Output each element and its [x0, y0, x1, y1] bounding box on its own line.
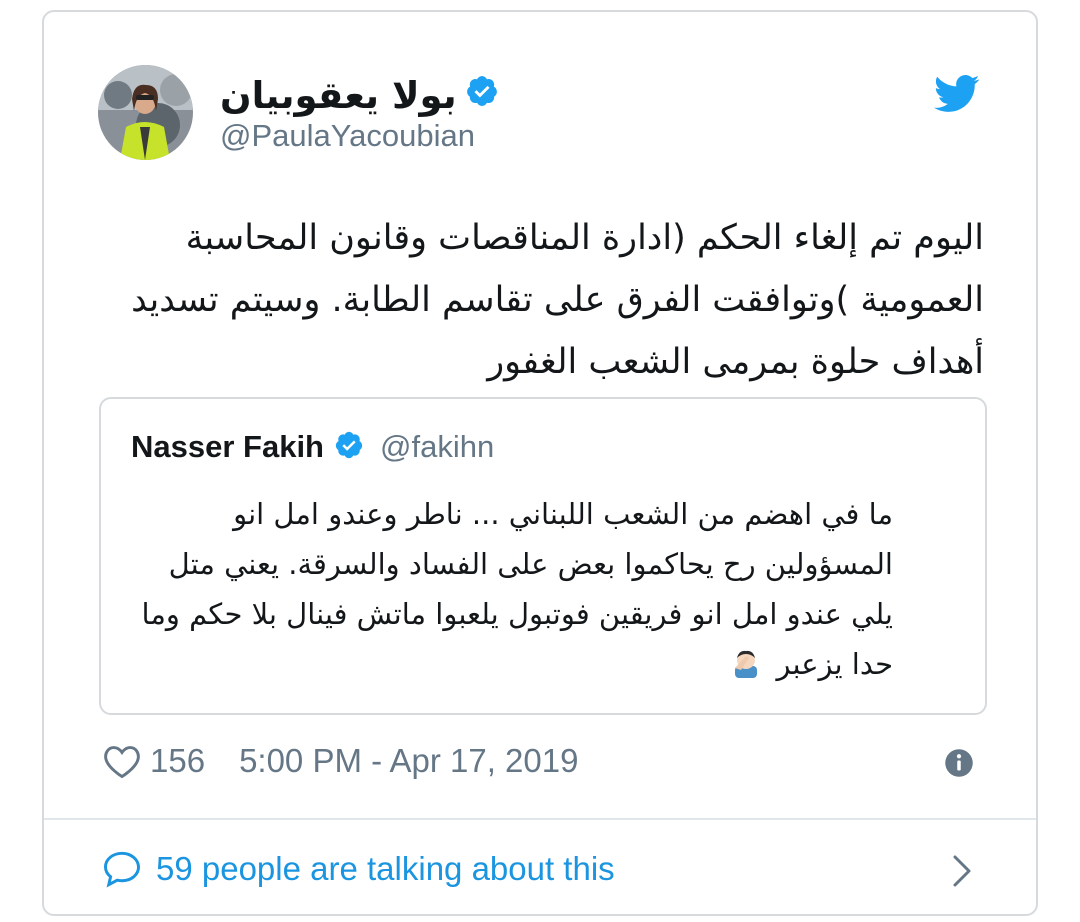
tweet-timestamp[interactable]: 5:00 PM - Apr 17, 2019	[239, 742, 578, 780]
quoted-author-handle[interactable]: @fakihn	[380, 429, 494, 465]
tweet-text: اليوم تم إلغاء الحكم (ادارة المناقصات وق…	[131, 218, 984, 382]
author-name[interactable]: بولا يعقوبيان	[220, 74, 457, 117]
speech-bubble-icon	[102, 850, 142, 888]
heart-icon[interactable]	[102, 743, 142, 779]
quoted-text: ما في اهضم من الشعب اللبناني ... ناطر وع…	[133, 489, 893, 689]
verified-badge-icon	[465, 74, 499, 117]
info-icon[interactable]	[944, 748, 974, 778]
author-name-row[interactable]: بولا يعقوبيان	[220, 72, 499, 118]
tweet-card[interactable]: بولا يعقوبيان @PaulaYacoubian اليوم تم إ…	[42, 10, 1038, 916]
quoted-verified-badge-icon	[334, 430, 364, 464]
chevron-right-icon[interactable]	[952, 854, 972, 888]
facepalm-emoji-icon	[731, 643, 761, 678]
quoted-header[interactable]: Nasser Fakih @fakihn	[131, 429, 494, 465]
avatar[interactable]	[98, 65, 193, 160]
author-handle[interactable]: @PaulaYacoubian	[220, 118, 475, 154]
conversation-link[interactable]: 59 people are talking about this	[102, 844, 615, 894]
tweet-meta-row: 156 5:00 PM - Apr 17, 2019	[102, 738, 578, 784]
like-count[interactable]: 156	[150, 742, 205, 780]
talking-count-text[interactable]: 59 people are talking about this	[156, 850, 615, 888]
quoted-author-name[interactable]: Nasser Fakih	[131, 429, 324, 465]
quoted-tweet[interactable]: Nasser Fakih @fakihn ما في اهضم من الشعب…	[99, 397, 987, 715]
divider	[44, 818, 1036, 820]
twitter-bird-icon[interactable]	[934, 74, 980, 114]
quoted-text-body: ما في اهضم من الشعب اللبناني ... ناطر وع…	[141, 497, 893, 681]
